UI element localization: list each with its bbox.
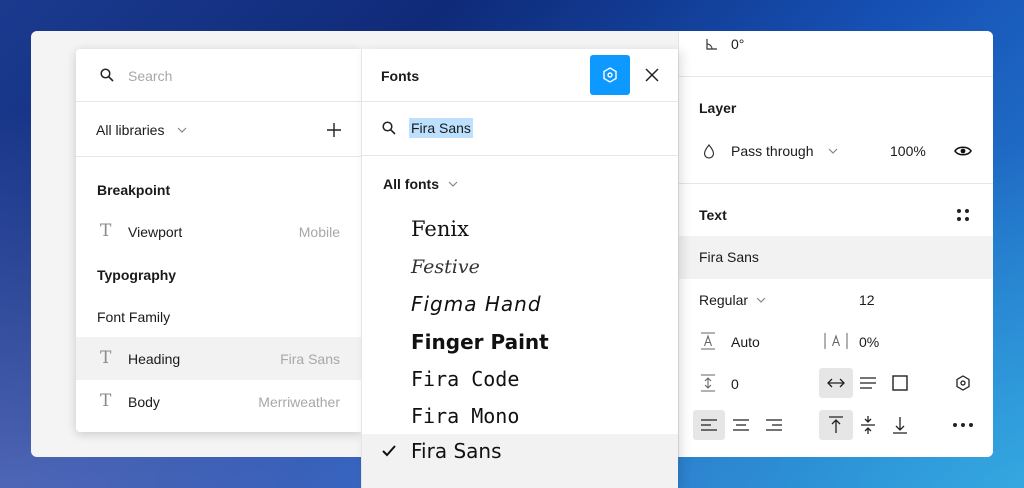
paragraph-spacing-value[interactable]: 0 (731, 376, 739, 392)
eye-icon[interactable] (953, 141, 973, 161)
text-styles-grid-icon[interactable] (953, 205, 973, 225)
add-icon[interactable] (325, 121, 343, 139)
layer-opacity-value[interactable]: 100% (890, 143, 926, 159)
library-item-viewport[interactable]: T Viewport Mobile (76, 210, 361, 253)
letter-spacing-icon (823, 331, 849, 351)
layer-section-title: Layer (699, 100, 737, 116)
font-settings-icon (603, 67, 617, 83)
font-filter-value: All fonts (383, 176, 439, 192)
align-center-icon[interactable] (732, 417, 750, 433)
font-option-fira-sans[interactable]: Fira Sans (362, 434, 678, 488)
checkmark-icon (381, 443, 397, 459)
divider (679, 183, 993, 184)
library-item-value: Mobile (298, 224, 340, 240)
library-panel: Search All libraries Breakpoint T Viewpo… (76, 49, 361, 432)
auto-height-icon[interactable] (858, 374, 878, 392)
divider (76, 156, 361, 157)
search-icon (380, 119, 398, 137)
text-style-icon: T (100, 391, 112, 411)
text-section-title: Text (699, 207, 727, 223)
font-option-finger-paint[interactable]: Finger Paint (411, 330, 549, 354)
rotation-value[interactable]: 0° (731, 36, 744, 52)
text-style-icon: T (100, 221, 112, 241)
resize-horizontal-icon (826, 375, 846, 391)
group-title-breakpoint: Breakpoint (97, 182, 171, 198)
library-item-label: Body (128, 394, 160, 410)
library-item-body[interactable]: T Body Merriweather (76, 380, 361, 423)
line-height-icon (699, 331, 717, 351)
font-size-value[interactable]: 12 (859, 292, 875, 308)
chevron-down-icon (447, 178, 459, 190)
component-icon[interactable] (954, 374, 972, 392)
font-option-fira-mono[interactable]: Fira Mono (411, 404, 519, 428)
properties-panel: 0° Layer Pass through 100% Text Fira San… (678, 31, 993, 457)
paragraph-spacing-icon (699, 373, 717, 393)
library-item-label: Heading (128, 351, 181, 367)
library-item-heading[interactable]: T Heading Fira Sans (76, 337, 361, 380)
align-left-icon (700, 418, 718, 432)
close-icon[interactable] (643, 66, 661, 84)
align-middle-icon[interactable] (859, 415, 877, 435)
font-option-fenix[interactable]: Fenix (411, 217, 469, 241)
fonts-panel-title: Fonts (381, 68, 420, 84)
chevron-down-icon (755, 294, 767, 306)
divider (76, 101, 361, 102)
chevron-down-icon (827, 145, 839, 157)
blend-mode-drop-icon (701, 142, 717, 160)
fonts-panel: Fonts Fira Sans All fonts Fenix Festive … (361, 49, 678, 488)
align-top-button[interactable] (819, 410, 853, 440)
divider (362, 101, 678, 102)
font-weight-value: Regular (699, 292, 749, 308)
library-item-value: Fira Sans (280, 351, 340, 367)
library-filter-value: All libraries (96, 122, 165, 138)
font-option-label: Fira Sans (411, 439, 502, 463)
align-left-button[interactable] (693, 410, 725, 440)
font-family-value: Fira Sans (699, 249, 759, 265)
blend-mode-value: Pass through (731, 143, 814, 159)
more-options-icon[interactable] (951, 419, 975, 431)
font-weight-select[interactable]: Regular (697, 290, 797, 310)
align-bottom-icon[interactable] (891, 415, 909, 435)
divider (679, 76, 993, 77)
library-item-label: Viewport (128, 224, 183, 240)
font-option-fira-code[interactable]: Fira Code (411, 367, 519, 391)
font-settings-button[interactable] (590, 55, 630, 95)
align-right-icon[interactable] (765, 417, 783, 433)
chevron-down-icon (176, 124, 188, 136)
library-item-value: Merriweather (258, 394, 340, 410)
font-option-figma-hand[interactable]: Figma Hand (411, 292, 542, 316)
auto-width-button[interactable] (819, 368, 853, 398)
search-icon (98, 66, 116, 84)
divider (362, 155, 678, 156)
library-filter-select[interactable]: All libraries (94, 120, 204, 140)
align-top-icon (827, 416, 845, 434)
line-height-value[interactable]: Auto (731, 334, 760, 350)
rotation-icon (703, 35, 719, 53)
library-item-font-family[interactable]: Font Family (97, 309, 170, 325)
font-filter-select[interactable]: All fonts (381, 174, 481, 194)
group-title-typography: Typography (97, 267, 177, 283)
letter-spacing-value[interactable]: 0% (859, 334, 879, 350)
font-search-input[interactable]: Fira Sans (409, 118, 473, 138)
blend-mode-select[interactable]: Pass through (729, 141, 849, 161)
fixed-size-icon[interactable] (891, 374, 909, 392)
font-family-field[interactable]: Fira Sans (679, 236, 993, 279)
font-option-festive[interactable]: Festive (411, 256, 480, 278)
library-search-input[interactable]: Search (128, 68, 172, 84)
text-style-icon: T (100, 348, 112, 368)
